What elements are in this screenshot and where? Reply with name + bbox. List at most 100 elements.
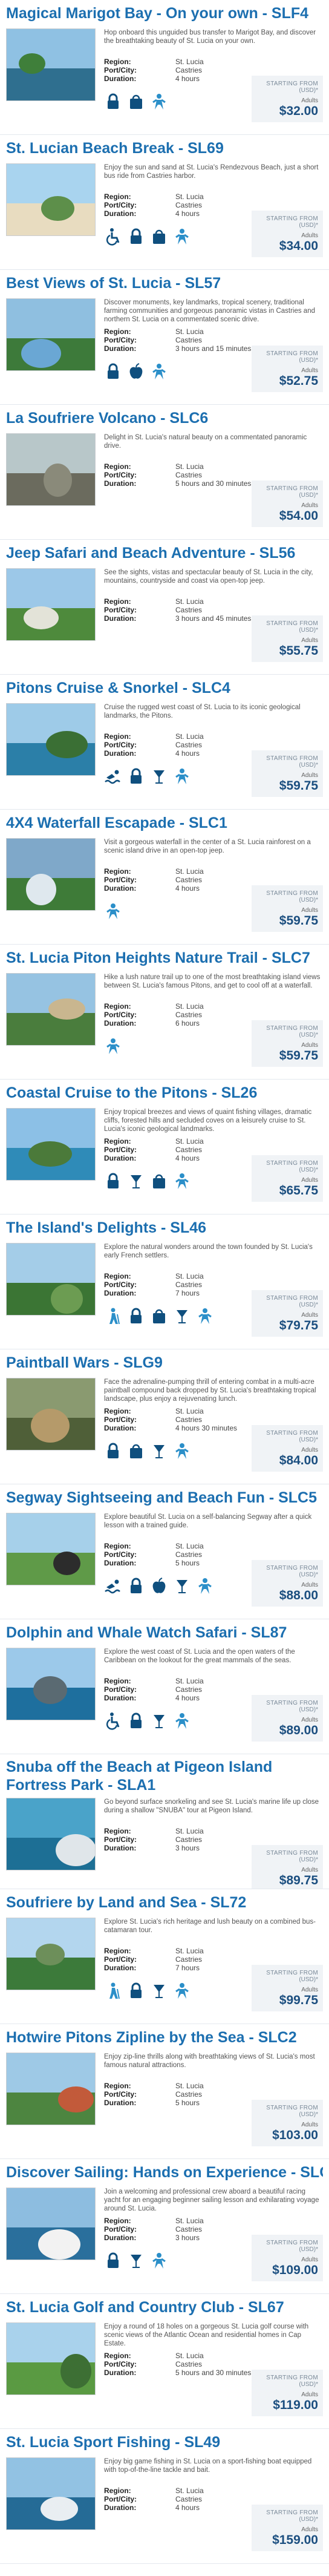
excursion-details: Region: St. Lucia Port/City: Castries Du… [104,2082,204,2107]
excursion-title[interactable]: Paintball Wars - SLG9 [6,1353,323,1372]
excursion-title[interactable]: Pitons Cruise & Snorkel - SLC4 [6,678,323,698]
port-city-label: Port/City: [104,876,137,884]
duration-value: 7 hours [175,1964,200,1972]
duration-label: Duration: [104,749,137,758]
excursion-photo[interactable] [6,1918,96,1990]
currency-label: (USD)* [299,762,318,769]
price-value: $54.00 [279,509,318,523]
region-label: Region: [104,1542,131,1550]
region-label: Region: [104,1827,131,1835]
duration-label: Duration: [104,1964,137,1972]
excursion-title[interactable]: Hotwire Pitons Zipline by the Sea - SLC2 [6,2028,323,2047]
excursion-photo[interactable] [6,1108,96,1181]
duration-label: Duration: [104,1019,137,1027]
excursion-photo[interactable] [6,838,96,911]
port-city-label: Port/City: [104,1955,137,1964]
currency-label: (USD)* [299,492,318,499]
excursion-title[interactable]: St. Lucia Sport Fishing - SL49 [6,2433,323,2452]
excursion-photo[interactable] [6,163,96,236]
port-city-value: Castries [175,1955,203,1964]
excursion-title[interactable]: La Soufriere Volcano - SLC6 [6,408,323,428]
excursion-card: Snuba off the Beach at Pigeon Island For… [0,1754,329,1889]
price-box: STARTING FROM (USD)* Adults $59.75 [252,885,323,932]
port-city-label: Port/City: [104,1835,137,1844]
excursion-photo[interactable] [6,2053,96,2125]
activity-icons [104,1577,252,1595]
excursion-card: Hotwire Pitons Zipline by the Sea - SLC2… [0,2024,329,2159]
excursion-card: Dolphin and Whale Watch Safari - SL87 Ex… [0,1619,329,1754]
excursion-title[interactable]: Best Views of St. Lucia - SL57 [6,274,323,293]
excursion-card: St. Lucian Beach Break - SL69 Enjoy the … [0,135,329,270]
excursion-title[interactable]: 4X4 Waterfall Escapade - SLC1 [6,813,323,833]
currency-label: (USD)* [299,87,318,94]
excursion-photo[interactable] [6,2322,96,2395]
excursion-title[interactable]: St. Lucia Golf and Country Club - SL67 [6,2298,323,2317]
excursion-photo[interactable] [6,1243,96,1316]
excursion-card: St. Lucia Golf and Country Club - SL67 E… [0,2294,329,2429]
currency-label: (USD)* [299,222,318,229]
excursion-photo[interactable] [6,28,96,101]
excursion-description: Enjoy zip-line thrills along with breath… [104,2053,315,2069]
excursion-photo[interactable] [6,973,96,1046]
excursion-photo[interactable] [6,2188,96,2260]
photo-subject [60,2354,91,2388]
excursion-card: Paintball Wars - SLG9 Face the adrenalin… [0,1349,329,1484]
excursion-description: Hike a lush nature trail up to one of th… [104,974,321,989]
price-value: $59.75 [279,779,318,793]
excursion-title[interactable]: St. Lucia Piton Heights Nature Trail - S… [6,948,323,968]
padlock-icon [104,362,122,381]
port-city-value: Castries [175,741,203,749]
excursion-photo[interactable] [6,703,96,776]
excursion-photo[interactable] [6,2457,96,2530]
currency-label: (USD)* [299,1857,318,1863]
excursion-photo[interactable] [6,1378,96,1450]
photo-ground [7,1012,95,1045]
excursion-title[interactable]: Magical Marigot Bay - On your own - SLF4 [6,4,323,23]
sailor-icon [173,1442,191,1460]
excursion-photo[interactable] [6,1648,96,1720]
currency-label: (USD)* [299,1032,318,1038]
photo-subject [46,731,88,758]
excursion-title[interactable]: Jeep Safari and Beach Adventure - SL56 [6,543,323,563]
excursion-title[interactable]: Segway Sightseeing and Beach Fun - SLC5 [6,1488,323,1507]
excursion-title[interactable]: Discover Sailing: Hands on Experience - … [6,2163,323,2182]
excursion-title[interactable]: The Island's Delights - SL46 [6,1218,323,1237]
padlock-icon [127,1577,145,1595]
excursion-details: Region: St. Lucia Port/City: Castries Du… [104,1002,204,1027]
excursion-photo[interactable] [6,568,96,641]
excursion-description: Go beyond surface snorkeling and see St.… [104,1798,319,1814]
excursion-title[interactable]: Coastal Cruise to the Pitons - SL26 [6,1083,323,1103]
excursion-photo[interactable] [6,1513,96,1585]
adults-label: Adults [301,2256,318,2263]
adults-label: Adults [301,1582,318,1588]
excursion-details: Region: St. Lucia Port/City: Castries Du… [104,1137,204,1162]
starting-from-label: STARTING FROM [266,350,318,357]
adults-label: Adults [301,232,318,239]
region-value: St. Lucia [175,2352,204,2360]
port-city-value: Castries [175,606,203,614]
region-label: Region: [104,1002,131,1011]
excursion-title[interactable]: Soufriere by Land and Sea - SL72 [6,1893,323,1912]
excursion-photo[interactable] [6,1798,96,1870]
region-value: St. Lucia [175,57,204,66]
duration-value: 4 hours [175,209,200,218]
port-city-value: Castries [175,2495,203,2503]
region-value: St. Lucia [175,1137,204,1145]
excursion-title[interactable]: Dolphin and Whale Watch Safari - SL87 [6,1623,323,1642]
excursion-card: Segway Sightseeing and Beach Fun - SLC5 … [0,1484,329,1619]
excursion-details: Region: St. Lucia Port/City: Castries Du… [104,2217,204,2242]
excursion-photo[interactable] [6,298,96,371]
photo-subject [28,1141,72,1167]
duration-value: 4 hours [175,74,200,83]
starting-from-label: STARTING FROM [266,1970,318,1976]
excursion-title[interactable]: St. Lucian Beach Break - SL69 [6,139,323,158]
starting-from-label: STARTING FROM [266,215,318,222]
excursion-description: Face the adrenaline-pumping thrill of en… [104,1378,316,1403]
excursion-card: Soufriere by Land and Sea - SL72 Explore… [0,1889,329,2024]
excursion-title[interactable]: Snuba off the Beach at Pigeon Island For… [6,1758,323,1794]
starting-from-label: STARTING FROM [266,1430,318,1437]
duration-value: 4 hours [175,884,200,893]
activity-icons [104,2252,252,2270]
excursion-photo[interactable] [6,433,96,506]
adults-label: Adults [301,1717,318,1723]
